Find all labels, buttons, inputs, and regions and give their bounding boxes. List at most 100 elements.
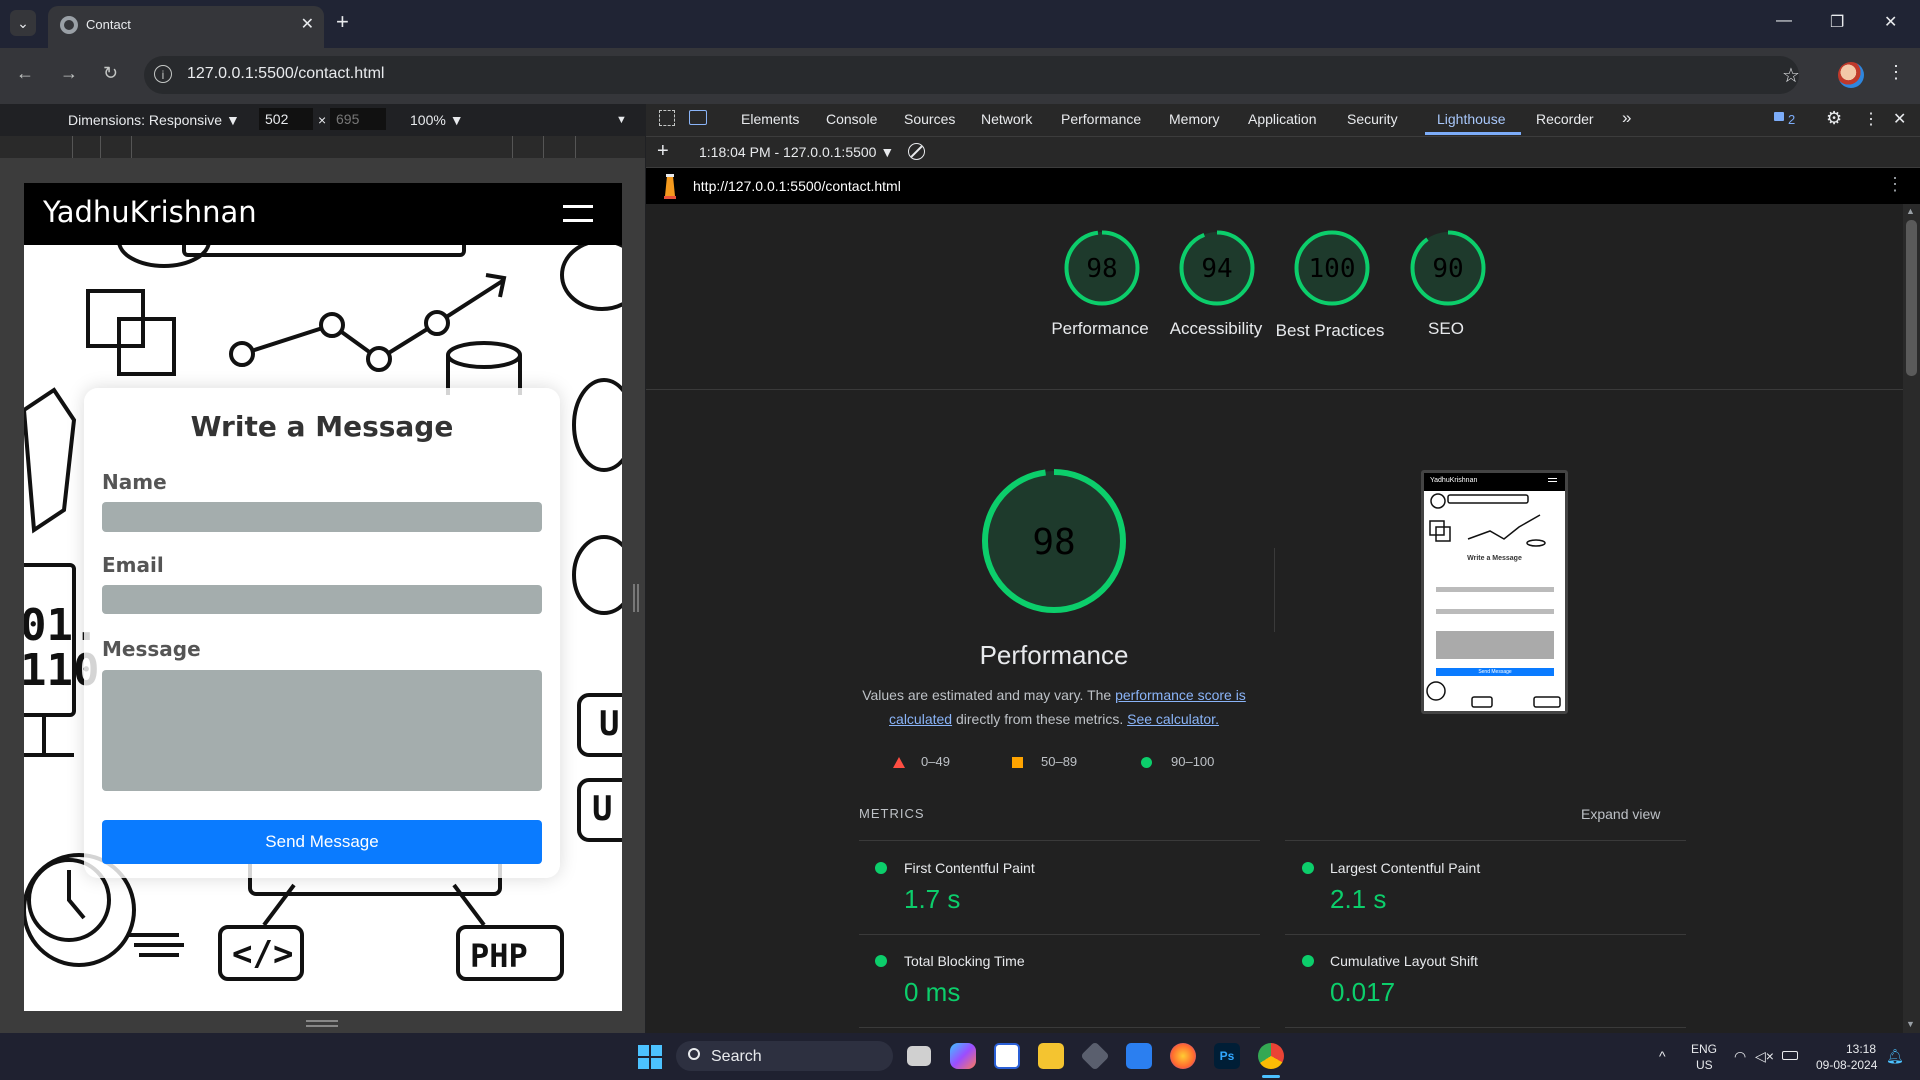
email-field[interactable] bbox=[102, 585, 542, 614]
notification-bell-icon[interactable]: 🔔︎ bbox=[1886, 1048, 1904, 1065]
thumb-menu-icon bbox=[1548, 478, 1557, 479]
height-input[interactable]: 695 bbox=[330, 108, 386, 130]
tab-application[interactable]: Application bbox=[1248, 111, 1317, 127]
site-info-icon[interactable]: i bbox=[154, 65, 172, 83]
tab-security[interactable]: Security bbox=[1347, 111, 1398, 127]
score-gauge-accessibility[interactable]: 94 bbox=[1177, 228, 1257, 308]
wifi-icon[interactable]: ◠ bbox=[1734, 1048, 1746, 1065]
description-text-2: directly from these metrics. bbox=[952, 711, 1128, 727]
devtools-menu-icon[interactable]: ⋮ bbox=[1863, 109, 1879, 129]
tab-console[interactable]: Console bbox=[826, 111, 877, 127]
tab-network[interactable]: Network bbox=[981, 111, 1032, 127]
score-gauge-performance[interactable]: 98 bbox=[1062, 228, 1142, 308]
tab-performance[interactable]: Performance bbox=[1061, 111, 1141, 127]
tab-close-icon[interactable]: ✕ bbox=[301, 14, 314, 34]
windows-start-icon[interactable] bbox=[638, 1045, 662, 1069]
device-toolbar-more[interactable]: ▼ bbox=[616, 114, 627, 126]
tray-overflow-icon[interactable]: ^ bbox=[1659, 1048, 1666, 1064]
vscode-icon[interactable] bbox=[1126, 1043, 1152, 1069]
name-field[interactable] bbox=[102, 502, 542, 532]
more-tabs-icon[interactable]: » bbox=[1622, 108, 1631, 128]
scroll-down-icon[interactable]: ▼ bbox=[1906, 1019, 1915, 1029]
final-screenshot-thumbnail[interactable]: YadhuKrishnan Write a Message Send Messa… bbox=[1421, 470, 1568, 714]
reload-icon[interactable]: ↻ bbox=[103, 63, 118, 84]
metric-tbt-name: Total Blocking Time bbox=[904, 953, 1025, 969]
tab-sources[interactable]: Sources bbox=[904, 111, 955, 127]
metric-pass-icon bbox=[1302, 955, 1314, 967]
metric-tbt-value: 0 ms bbox=[904, 977, 961, 1007]
minimize-button[interactable]: — bbox=[1776, 12, 1792, 30]
report-url[interactable]: http://127.0.0.1:5500/contact.html bbox=[693, 178, 901, 194]
main-score-value: 98 bbox=[1032, 522, 1075, 563]
width-input[interactable]: 502 bbox=[259, 108, 313, 130]
expand-view-toggle[interactable]: Expand view bbox=[1581, 806, 1660, 822]
gauge-score-value: 100 bbox=[1309, 254, 1356, 284]
legend-fail: 0–49 bbox=[921, 754, 950, 769]
scrollbar-thumb[interactable] bbox=[1906, 220, 1917, 376]
site-brand[interactable]: YadhuKrishnan bbox=[43, 195, 257, 229]
settings-gear-icon[interactable]: ⚙ bbox=[1826, 108, 1842, 129]
clear-reports-icon[interactable] bbox=[908, 143, 925, 160]
tab-recorder[interactable]: Recorder bbox=[1536, 111, 1594, 127]
inspect-element-icon[interactable] bbox=[659, 110, 675, 126]
firefox-icon[interactable] bbox=[1170, 1043, 1196, 1069]
file-explorer-icon[interactable] bbox=[1038, 1043, 1064, 1069]
viewport-resize-handle[interactable] bbox=[306, 1020, 338, 1028]
dimensions-dropdown[interactable]: Dimensions: Responsive ▼ bbox=[68, 112, 240, 128]
clock-date[interactable]: 09-08-2024 bbox=[1816, 1058, 1877, 1072]
browser-menu-icon[interactable]: ⋮ bbox=[1887, 62, 1905, 83]
metric-pass-icon bbox=[875, 862, 887, 874]
dimension-separator: × bbox=[318, 112, 327, 128]
gauge-label-seo[interactable]: SEO bbox=[1376, 319, 1516, 339]
language-code[interactable]: ENG bbox=[1691, 1042, 1717, 1056]
scroll-up-icon[interactable]: ▲ bbox=[1906, 206, 1915, 216]
volume-muted-icon[interactable]: ◁× bbox=[1755, 1048, 1774, 1065]
svg-text:PHP: PHP bbox=[470, 937, 528, 975]
forward-arrow-icon[interactable]: → bbox=[60, 63, 78, 84]
metric-cls-name: Cumulative Layout Shift bbox=[1330, 953, 1478, 969]
send-message-button[interactable]: Send Message bbox=[102, 820, 542, 864]
close-devtools-icon[interactable]: ✕ bbox=[1893, 109, 1906, 129]
new-report-icon[interactable]: + bbox=[657, 140, 669, 163]
calculator-link[interactable]: See calculator. bbox=[1127, 711, 1219, 727]
store-icon[interactable] bbox=[994, 1043, 1020, 1069]
report-menu-icon[interactable]: ⋮ bbox=[1886, 174, 1904, 195]
tab-elements[interactable]: Elements bbox=[741, 111, 799, 127]
copilot-icon[interactable] bbox=[950, 1043, 976, 1069]
score-gauge-best-practices[interactable]: 100 bbox=[1292, 228, 1372, 308]
restore-button[interactable]: ❐ bbox=[1830, 12, 1844, 32]
device-toggle-icon[interactable] bbox=[689, 110, 707, 125]
thumb-doodle-image bbox=[1426, 493, 1561, 708]
url-text[interactable]: 127.0.0.1:5500/contact.html bbox=[187, 65, 384, 83]
taskbar-search[interactable]: Search bbox=[676, 1041, 893, 1071]
pass-circle-icon bbox=[1141, 757, 1152, 768]
address-bar[interactable]: i 127.0.0.1:5500/contact.html bbox=[144, 56, 1799, 94]
language-region[interactable]: US bbox=[1696, 1058, 1713, 1072]
tab-lighthouse[interactable]: Lighthouse bbox=[1437, 111, 1506, 127]
profile-avatar[interactable] bbox=[1838, 62, 1864, 88]
zoom-dropdown[interactable]: 100% ▼ bbox=[410, 112, 464, 128]
emulated-page: 01. 110 U U </> PHP YadhuKrishnan Write … bbox=[24, 183, 622, 1011]
hamburger-menu-icon[interactable] bbox=[563, 205, 593, 223]
panel-split-handle[interactable] bbox=[633, 584, 639, 612]
gauge-score-value: 94 bbox=[1201, 254, 1232, 284]
photoshop-icon[interactable]: Ps bbox=[1214, 1043, 1240, 1069]
clock-time[interactable]: 13:18 bbox=[1846, 1042, 1876, 1056]
browser-tab[interactable]: Contact ✕ bbox=[48, 6, 324, 48]
svg-text:U: U bbox=[592, 789, 612, 829]
issues-count[interactable]: 2 bbox=[1788, 112, 1795, 127]
battery-icon[interactable] bbox=[1782, 1051, 1798, 1060]
score-gauge-seo[interactable]: 90 bbox=[1408, 228, 1488, 308]
issues-icon[interactable] bbox=[1774, 112, 1784, 121]
close-window-button[interactable]: ✕ bbox=[1884, 12, 1897, 32]
bookmark-star-icon[interactable]: ☆ bbox=[1782, 63, 1800, 88]
tab-memory[interactable]: Memory bbox=[1169, 111, 1220, 127]
tab-search-button[interactable]: ⌄ bbox=[10, 10, 36, 36]
task-view-icon[interactable] bbox=[907, 1046, 931, 1066]
chrome-icon[interactable] bbox=[1258, 1043, 1284, 1069]
globe-icon bbox=[60, 16, 78, 34]
back-arrow-icon[interactable]: ← bbox=[16, 63, 34, 84]
report-selector[interactable]: 1:18:04 PM - 127.0.0.1:5500 ▼ bbox=[699, 144, 894, 160]
new-tab-button[interactable]: + bbox=[336, 9, 349, 35]
message-textarea[interactable] bbox=[102, 670, 542, 791]
